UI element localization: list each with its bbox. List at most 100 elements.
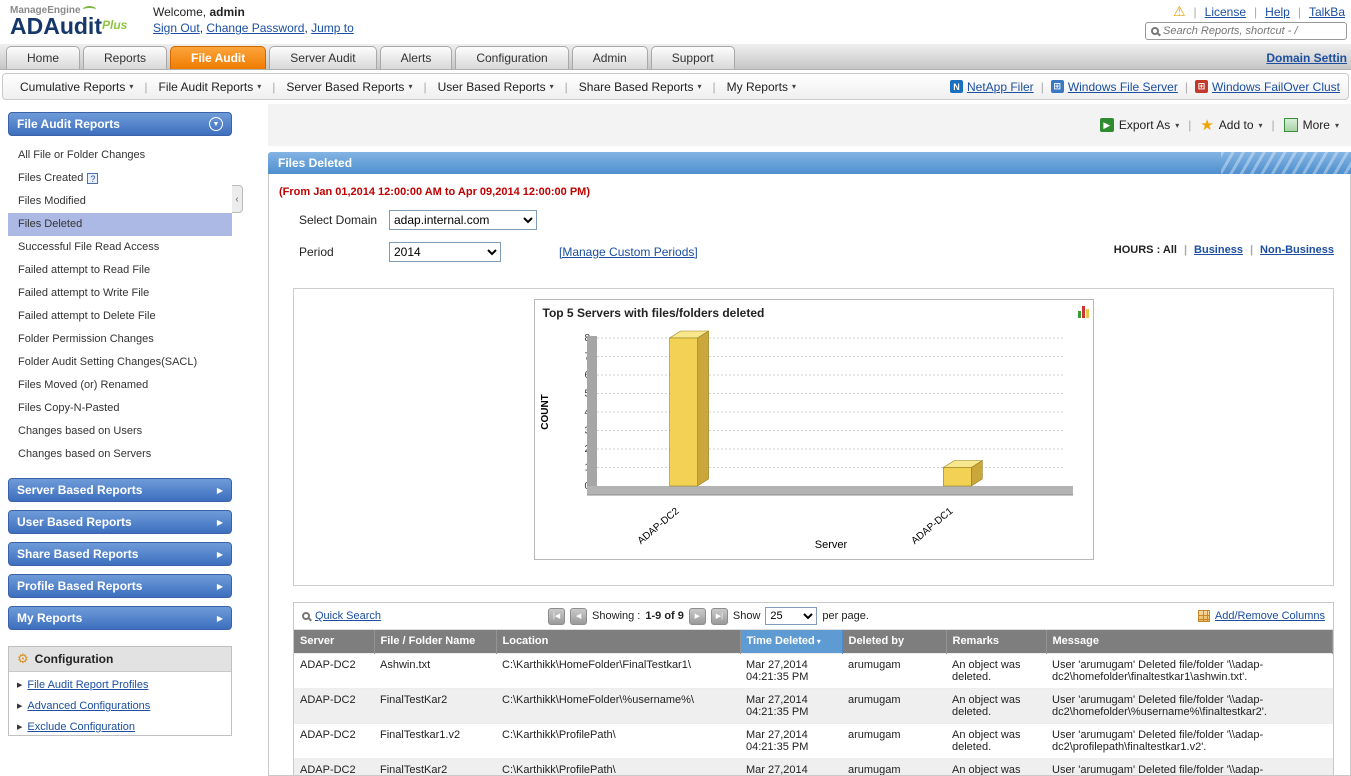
link-netapp-filer[interactable]: N NetApp Filer bbox=[949, 80, 1034, 94]
table-row[interactable]: ADAP-DC2 FinalTestKar2 C:\Karthikk\Profile… bbox=[294, 758, 1333, 775]
add-remove-columns-button[interactable]: Add/Remove Columns bbox=[1197, 610, 1325, 622]
sidebar-section-share-based-reports[interactable]: Share Based Reports ▶ bbox=[8, 542, 232, 566]
tab-list: Home Reports File Audit Server Audit Alerts C… bbox=[6, 46, 738, 69]
sidebar-section-user-based-reports[interactable]: User Based Reports ▶ bbox=[8, 510, 232, 534]
menu-my-reports[interactable]: My Reports ▾ bbox=[718, 80, 805, 94]
menu-share-based-reports[interactable]: Share Based Reports ▾ bbox=[570, 80, 711, 94]
sidebar-panel-file-audit-reports[interactable]: File Audit Reports ▼ bbox=[8, 112, 232, 136]
config-link-advanced-configurations[interactable]: Advanced Configurations bbox=[27, 700, 150, 712]
tab-server-audit[interactable]: Server Audit bbox=[269, 46, 377, 69]
export-as-button[interactable]: ▶ Export As ▾ bbox=[1099, 118, 1179, 132]
cell-server: ADAP-DC2 bbox=[294, 688, 374, 723]
menu-user-based-reports[interactable]: User Based Reports ▾ bbox=[429, 80, 563, 94]
tab-file-audit[interactable]: File Audit bbox=[170, 46, 267, 69]
sidebar-collapse-handle[interactable]: ‹ bbox=[232, 185, 243, 213]
sidebar-item-failed-attempt-to-read-file[interactable]: Failed attempt to Read File bbox=[8, 259, 232, 282]
more-button[interactable]: More ▾ bbox=[1283, 118, 1339, 132]
sidebar-item-folder-audit-setting-changes-sacl[interactable]: Folder Audit Setting Changes(SACL) bbox=[8, 351, 232, 374]
column-header-deleted-by[interactable]: Deleted by bbox=[842, 630, 947, 653]
prev-page-button[interactable]: ◀ bbox=[570, 607, 588, 625]
column-header-time-deleted[interactable]: Time Deleted ▾ bbox=[740, 630, 843, 653]
report-title-bar: Files Deleted bbox=[268, 152, 1351, 174]
tab-reports[interactable]: Reports bbox=[83, 46, 168, 69]
next-page-button[interactable]: ▶ bbox=[688, 607, 706, 625]
jump-to-link[interactable]: Jump to bbox=[311, 21, 354, 35]
page-size-select[interactable]: 25 bbox=[765, 607, 818, 625]
tab-home[interactable]: Home bbox=[6, 46, 81, 69]
quick-links: N NetApp Filer | ⊞ Windows File Server | ⊞ Wind… bbox=[949, 79, 1340, 94]
table-row[interactable]: ADAP-DC2 Ashwin.txt C:\Karthikk\HomeFolder… bbox=[294, 653, 1333, 688]
cell-deleted_by: arumugam bbox=[848, 658, 901, 671]
more-icon bbox=[1283, 118, 1298, 132]
sidebar-item-folder-permission-changes[interactable]: Folder Permission Changes bbox=[8, 328, 232, 351]
hours-non-business-link[interactable]: Non-Business bbox=[1260, 244, 1334, 256]
talkback-link[interactable]: TalkBa bbox=[1309, 5, 1345, 19]
change-password-link[interactable]: Change Password bbox=[206, 21, 304, 35]
quick-search-button[interactable]: Quick Search bbox=[302, 610, 381, 622]
sign-out-link[interactable]: Sign Out bbox=[153, 21, 200, 35]
domain-settings-link[interactable]: Domain Settin bbox=[1266, 51, 1347, 65]
link-windows-failover-clust[interactable]: ⊞ Windows FailOver Clust bbox=[1194, 79, 1340, 94]
config-link-exclude-configuration[interactable]: Exclude Configuration bbox=[27, 721, 135, 733]
sidebar-item-files-created[interactable]: Files Created? bbox=[8, 167, 232, 190]
sidebar-section-my-reports[interactable]: My Reports ▶ bbox=[8, 606, 232, 630]
sidebar-section-server-based-reports[interactable]: Server Based Reports ▶ bbox=[8, 478, 232, 502]
help-link[interactable]: Help bbox=[1265, 5, 1290, 19]
cell-remarks: An object was deleted. bbox=[952, 728, 1021, 753]
manage-custom-periods-link[interactable]: [Manage Custom Periods] bbox=[559, 245, 698, 259]
column-header-remarks[interactable]: Remarks bbox=[946, 630, 1047, 653]
domain-select[interactable]: adap.internal.com bbox=[389, 210, 537, 230]
sidebar-section-profile-based-reports[interactable]: Profile Based Reports ▶ bbox=[8, 574, 232, 598]
column-header-message[interactable]: Message bbox=[1046, 630, 1333, 653]
sidebar-item-files-copy-n-pasted[interactable]: Files Copy-N-Pasted bbox=[8, 397, 232, 420]
warning-icon[interactable]: ⚠ bbox=[1173, 3, 1186, 20]
menu-server-based-reports[interactable]: Server Based Reports ▾ bbox=[277, 80, 421, 94]
add-to-button[interactable]: ★ Add to ▾ bbox=[1200, 116, 1262, 134]
table-row[interactable]: ADAP-DC2 FinalTestkar1.v2 C:\Karthikk\Prof… bbox=[294, 723, 1333, 758]
tab-alerts[interactable]: Alerts bbox=[379, 46, 453, 69]
section-label: Server Based Reports bbox=[17, 483, 143, 497]
cell-remarks: An object was deleted. bbox=[946, 758, 1046, 775]
sidebar-item-files-modified[interactable]: Files Modified bbox=[8, 190, 232, 213]
showing-range: 1-9 of 9 bbox=[645, 610, 684, 622]
last-page-button[interactable]: ▶| bbox=[710, 607, 728, 625]
adaudit-logo[interactable]: ManageEngine ADAuditPlus bbox=[10, 2, 127, 38]
report-menu-bar: Cumulative Reports ▾ | File Audit Reports ▾ |… bbox=[2, 73, 1349, 100]
per-page-label: per page. bbox=[822, 610, 869, 622]
bar-adap-dc2[interactable] bbox=[668, 330, 710, 487]
cell-location: C:\Karthikk\HomeFolder\FinalTestkar1\ bbox=[502, 658, 691, 671]
global-search[interactable] bbox=[1145, 22, 1347, 40]
column-header-location[interactable]: Location bbox=[496, 630, 741, 653]
license-link[interactable]: License bbox=[1205, 5, 1246, 19]
tab-admin[interactable]: Admin bbox=[571, 46, 648, 69]
help-icon[interactable]: ? bbox=[87, 173, 99, 184]
search-input[interactable] bbox=[1163, 25, 1341, 37]
separator: | bbox=[712, 79, 716, 94]
first-page-button[interactable]: |◀ bbox=[548, 607, 566, 625]
sidebar-item-files-moved-or-renamed[interactable]: Files Moved (or) Renamed bbox=[8, 374, 232, 397]
sidebar-item-changes-based-on-users[interactable]: Changes based on Users bbox=[8, 420, 232, 443]
sidebar-item-successful-file-read-access[interactable]: Successful File Read Access bbox=[8, 236, 232, 259]
menu-cumulative-reports[interactable]: Cumulative Reports ▾ bbox=[11, 80, 142, 94]
config-link-file-audit-report-profiles[interactable]: File Audit Report Profiles bbox=[27, 679, 148, 691]
quick-link-label: Windows FailOver Clust bbox=[1211, 79, 1340, 94]
menu-label: Server Based Reports bbox=[286, 79, 405, 94]
period-select[interactable]: 2014 bbox=[389, 242, 501, 262]
column-header-server[interactable]: Server bbox=[294, 630, 375, 653]
chart-type-icon[interactable] bbox=[1077, 305, 1089, 318]
link-windows-file-server[interactable]: ⊞ Windows File Server bbox=[1050, 80, 1178, 94]
tab-support[interactable]: Support bbox=[650, 46, 735, 69]
column-header-file-folder-name[interactable]: File / Folder Name bbox=[374, 630, 497, 653]
bar-adap-dc1[interactable] bbox=[941, 459, 983, 487]
sidebar-item-failed-attempt-to-delete-file[interactable]: Failed attempt to Delete File bbox=[8, 305, 232, 328]
sidebar-item-files-deleted[interactable]: Files Deleted bbox=[8, 213, 232, 236]
chevron-right-icon: ▶ bbox=[216, 581, 223, 591]
tab-configuration[interactable]: Configuration bbox=[455, 46, 569, 69]
sidebar-item-failed-attempt-to-write-file[interactable]: Failed attempt to Write File bbox=[8, 282, 232, 305]
table-row[interactable]: ADAP-DC2 FinalTestKar2 C:\Karthikk\HomeFol… bbox=[294, 688, 1333, 723]
menu-file-audit-reports[interactable]: File Audit Reports ▾ bbox=[150, 80, 271, 94]
table-body: ADAP-DC2 Ashwin.txt C:\Karthikk\HomeFolder… bbox=[294, 653, 1333, 775]
sidebar-item-changes-based-on-servers[interactable]: Changes based on Servers bbox=[8, 443, 232, 466]
sidebar-item-all-file-or-folder-changes[interactable]: All File or Folder Changes bbox=[8, 144, 232, 167]
hours-business-link[interactable]: Business bbox=[1194, 244, 1243, 256]
